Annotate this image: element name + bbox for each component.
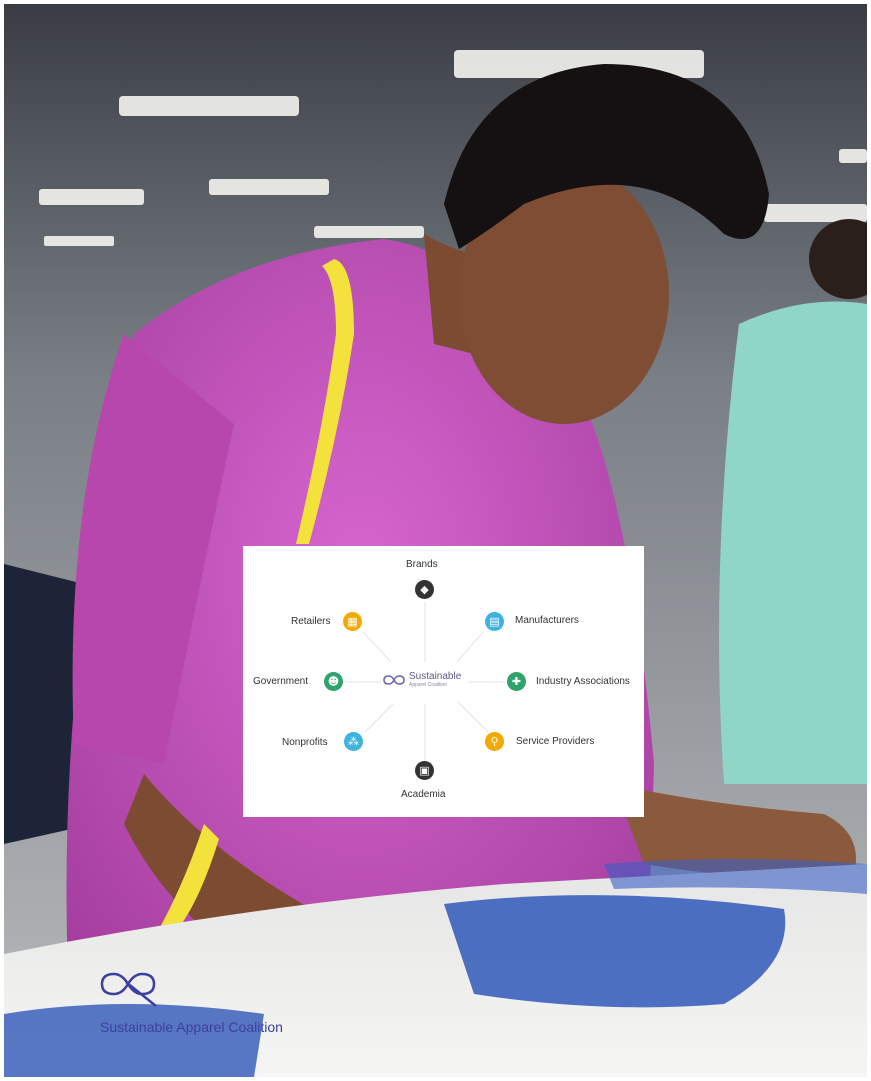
sac-center-logo: Sustainable Apparel Coalition <box>383 672 461 688</box>
node-label-nonprofits: Nonprofits <box>282 737 328 748</box>
stakeholder-diagram: Sustainable Apparel Coalition Brands ◆ ▤… <box>243 546 644 817</box>
store-icon: ▦ <box>343 612 362 631</box>
book-icon: ▣ <box>415 761 434 780</box>
hero-photo-frame: Sustainable Apparel Coalition Brands ◆ ▤… <box>4 4 867 1077</box>
tag-icon: ◆ <box>415 580 434 599</box>
infinity-logo-icon <box>383 675 405 685</box>
infinity-logo-icon <box>100 972 157 1007</box>
factory-icon: ▤ <box>485 612 504 631</box>
node-label-brands: Brands <box>406 559 438 570</box>
node-label-government: Government <box>253 676 309 687</box>
person-icon: ☻ <box>324 672 343 691</box>
people-icon: ⁂ <box>344 732 363 751</box>
node-label-industry-associations: Industry Associations <box>536 676 630 687</box>
magnifier-icon: ⚲ <box>485 732 504 751</box>
node-label-academia: Academia <box>401 789 446 800</box>
brand-name: Sustainable Apparel Coalition <box>100 1019 283 1035</box>
handshake-icon: ✚ <box>507 672 526 691</box>
node-label-retailers: Retailers <box>291 616 331 627</box>
center-logo-name: Sustainable <box>409 671 462 682</box>
node-label-service-providers: Service Providers <box>516 736 595 747</box>
factory-photo <box>4 4 867 1077</box>
center-logo-sub: Apparel Coalition <box>409 682 448 688</box>
node-label-manufacturers: Manufacturers <box>515 615 579 626</box>
